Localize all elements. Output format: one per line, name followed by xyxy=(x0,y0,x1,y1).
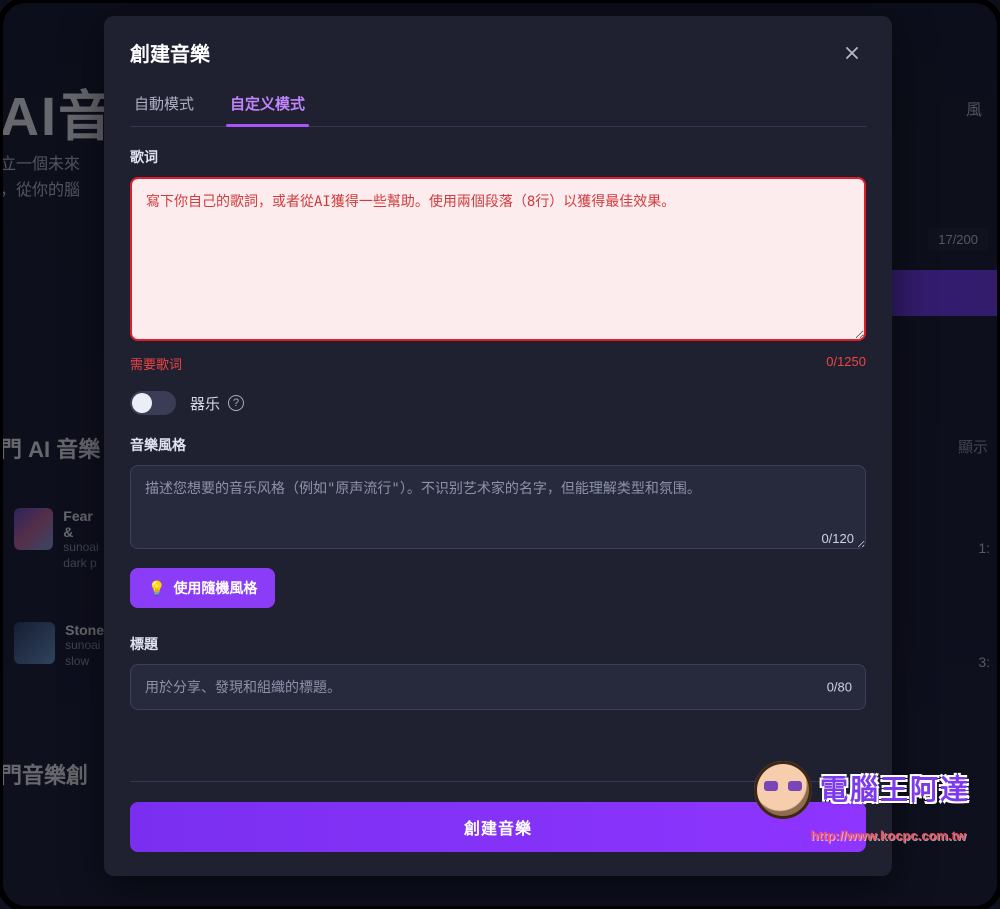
style-input[interactable] xyxy=(130,465,866,549)
close-icon xyxy=(844,45,860,61)
create-music-modal: 創建音樂 自動模式 自定义模式 歌词 需要歌词 0/1250 器乐 ? 音樂風格… xyxy=(104,16,892,876)
lightbulb-icon: 💡 xyxy=(148,580,165,597)
tab-custom-mode[interactable]: 自定义模式 xyxy=(226,85,309,126)
title-input[interactable] xyxy=(130,664,866,710)
tab-auto-mode[interactable]: 自動模式 xyxy=(130,85,198,126)
lyrics-section: 歌词 需要歌词 0/1250 xyxy=(130,147,866,373)
instrumental-row: 器乐 ? xyxy=(130,391,866,415)
random-style-label: 使用隨機風格 xyxy=(173,578,257,598)
help-icon[interactable]: ? xyxy=(228,395,244,411)
instrumental-toggle[interactable] xyxy=(130,391,176,415)
lyrics-char-count: 0/1250 xyxy=(826,354,866,373)
style-label: 音樂風格 xyxy=(130,435,866,455)
title-char-count: 0/80 xyxy=(827,680,852,695)
random-style-button[interactable]: 💡 使用隨機風格 xyxy=(130,568,275,608)
modal-divider xyxy=(130,781,866,782)
modal-title: 創建音樂 xyxy=(130,38,210,67)
mode-tabs: 自動模式 自定义模式 xyxy=(130,85,866,127)
title-section: 標題 0/80 xyxy=(130,634,866,710)
lyrics-input[interactable] xyxy=(130,177,866,341)
title-label: 標題 xyxy=(130,634,866,654)
toggle-knob xyxy=(132,393,152,413)
lyrics-error: 需要歌词 xyxy=(130,354,182,373)
instrumental-label: 器乐 xyxy=(190,393,220,414)
create-music-button[interactable]: 創建音樂 xyxy=(130,802,866,852)
style-section: 音樂風格 0/120 💡 使用隨機風格 xyxy=(130,435,866,608)
lyrics-label: 歌词 xyxy=(130,147,866,167)
close-button[interactable] xyxy=(838,39,866,67)
